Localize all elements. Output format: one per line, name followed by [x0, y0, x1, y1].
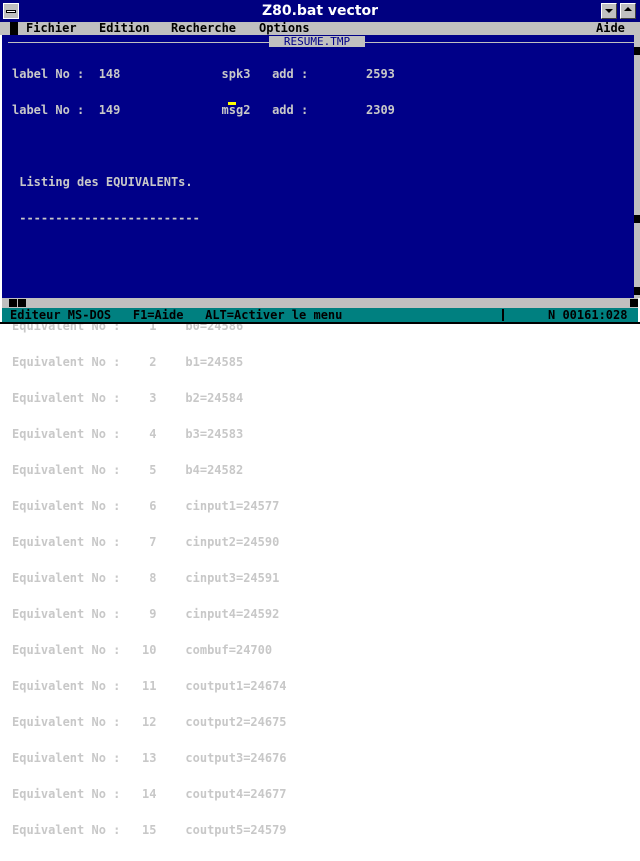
- scroll-down-arrow-icon[interactable]: [634, 287, 640, 295]
- equivalent-line: Equivalent No : 5 b4=24582: [12, 463, 244, 477]
- menu-aide[interactable]: Aide: [596, 22, 625, 35]
- menu-recherche[interactable]: Recherche: [171, 22, 236, 35]
- equivalent-line: Equivalent No : 11 coutput1=24674: [12, 679, 287, 693]
- text-line: label No : 148 spk3 add : 2593: [12, 67, 395, 81]
- equivalent-line: Equivalent No : 4 b3=24583: [12, 427, 244, 441]
- status-separator: [502, 309, 504, 321]
- status-help-hint: F1=Aide: [132, 308, 184, 322]
- app-window: Z80.bat vector Fichier Edition Recherche…: [0, 0, 640, 836]
- title-bar[interactable]: Z80.bat vector: [0, 0, 640, 22]
- window-title: Z80.bat vector: [261, 3, 379, 19]
- system-menu-icon[interactable]: [3, 3, 19, 19]
- editor-area[interactable]: RESUME.TMP label No : 148 spk3 add : 259…: [2, 35, 634, 836]
- scroll-right-arrow-icon[interactable]: [630, 299, 638, 307]
- horizontal-scrollbar[interactable]: [2, 298, 638, 308]
- menu-bar: Fichier Edition Recherche Options Aide: [0, 22, 640, 35]
- scroll-up-arrow-icon[interactable]: [634, 47, 640, 55]
- equivalent-line: Equivalent No : 13 coutput3=24676: [12, 751, 287, 765]
- equivalent-line: Equivalent No : 2 b1=24585: [12, 355, 244, 369]
- equivalent-line: Equivalent No : 10 combuf=24700: [12, 643, 273, 657]
- status-menu-hint: ALT=Activer le menu: [205, 308, 343, 322]
- heading-underline: -------------------------: [12, 211, 200, 225]
- minimize-button[interactable]: [601, 3, 617, 19]
- horizontal-scroll-thumb[interactable]: [18, 299, 26, 307]
- vertical-scroll-thumb[interactable]: [634, 215, 640, 223]
- maximize-icon: [624, 7, 632, 11]
- equivalent-line: Equivalent No : 8 cinput3=24591: [12, 571, 280, 585]
- equivalent-line: Equivalent No : 6 cinput1=24577: [12, 499, 280, 513]
- text-cursor: [228, 102, 236, 105]
- equivalent-line: Equivalent No : 14 coutput4=24677: [12, 787, 287, 801]
- equivalent-line: Equivalent No : 7 cinput2=24590: [12, 535, 280, 549]
- cursor-position: N 00161:028: [548, 308, 628, 322]
- menu-options[interactable]: Options: [259, 22, 310, 35]
- equivalent-line: Equivalent No : 12 coutput2=24675: [12, 715, 287, 729]
- menu-edition[interactable]: Edition: [99, 22, 150, 35]
- menu-corner-marker: [10, 22, 18, 35]
- status-text: Editeur MS-DOS F1=Aide ALT=Activer le me…: [10, 308, 342, 322]
- status-bar: Editeur MS-DOS F1=Aide ALT=Activer le me…: [2, 308, 638, 322]
- equivalent-line: Equivalent No : 9 cinput4=24592: [12, 607, 280, 621]
- equivalent-line: Equivalent No : 3 b2=24584: [12, 391, 244, 405]
- scroll-left-arrow-icon[interactable]: [9, 299, 17, 307]
- text-content[interactable]: label No : 148 spk3 add : 2593 label No …: [12, 44, 395, 860]
- minimize-icon: [605, 9, 613, 13]
- vertical-scrollbar[interactable]: [634, 35, 640, 298]
- listing-heading: Listing des EQUIVALENTs.: [12, 175, 193, 189]
- maximize-button[interactable]: [620, 3, 636, 19]
- window-bottom-border: [0, 322, 640, 324]
- equivalent-line: Equivalent No : 15 coutput5=24579: [12, 823, 287, 837]
- menu-fichier[interactable]: Fichier: [26, 22, 77, 35]
- text-line: label No : 149 msg2 add : 2309: [12, 103, 395, 117]
- status-app-name: Editeur MS-DOS: [10, 308, 112, 322]
